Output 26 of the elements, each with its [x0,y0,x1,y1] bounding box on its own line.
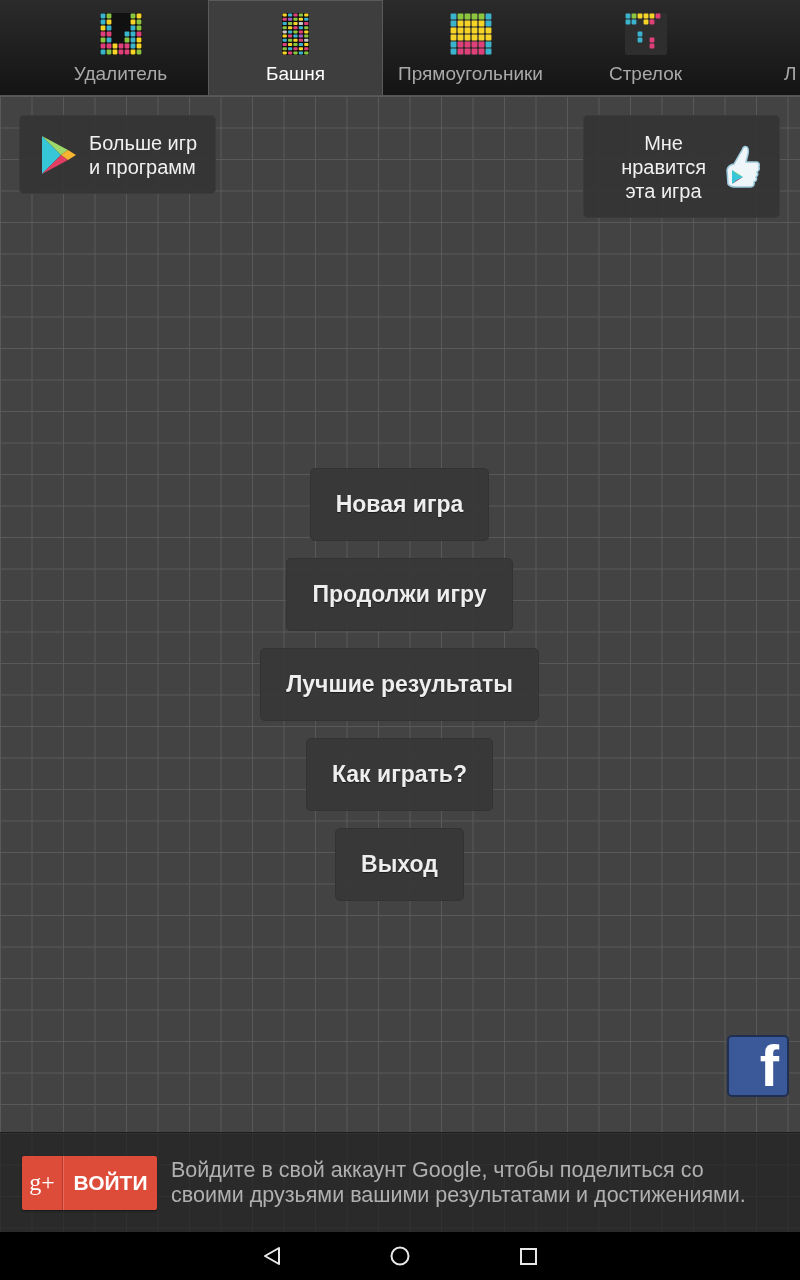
tab[interactable]: Башня [208,0,383,95]
sign-in-button[interactable]: g+ ВОЙТИ [22,1155,157,1210]
tile-blocks-icon [449,13,492,55]
facebook-button[interactable]: f [727,1035,789,1097]
tab[interactable]: Стрелок [558,0,733,95]
recents-icon[interactable] [519,1247,537,1265]
tile-tower-icon [282,13,309,55]
tab[interactable]: Прямоугольники [383,0,558,95]
play-triangle-icon [41,134,77,175]
rate-game-button[interactable]: Мне нравится эта игра [583,115,780,218]
home-icon[interactable] [390,1246,410,1266]
g-plus-logo: g+ [22,1155,63,1210]
menu-button[interactable]: Выход [335,828,464,901]
menu-button[interactable]: Лучшие результаты [260,648,539,721]
menu-button[interactable]: Как играть? [306,738,493,811]
menu-button[interactable]: Новая игра [309,468,490,541]
sign-in-message: Войдите в свой аккаунт Google, чтобы поделиться со своими друзьями вашими результатами и достижениями. [171,1157,746,1208]
back-icon[interactable] [263,1246,281,1266]
menu-button[interactable]: Продолжи игру [286,558,513,631]
more-games-button[interactable]: Больше игр и программ [19,115,216,194]
thumbs-up-icon [724,143,761,190]
tab[interactable]: Л [733,0,800,95]
tile-grid-icon [624,13,667,55]
tab[interactable]: Удалитель [33,0,208,95]
tile-grid-icon [99,13,142,55]
sign-in-label: ВОЙТИ [63,1155,157,1210]
